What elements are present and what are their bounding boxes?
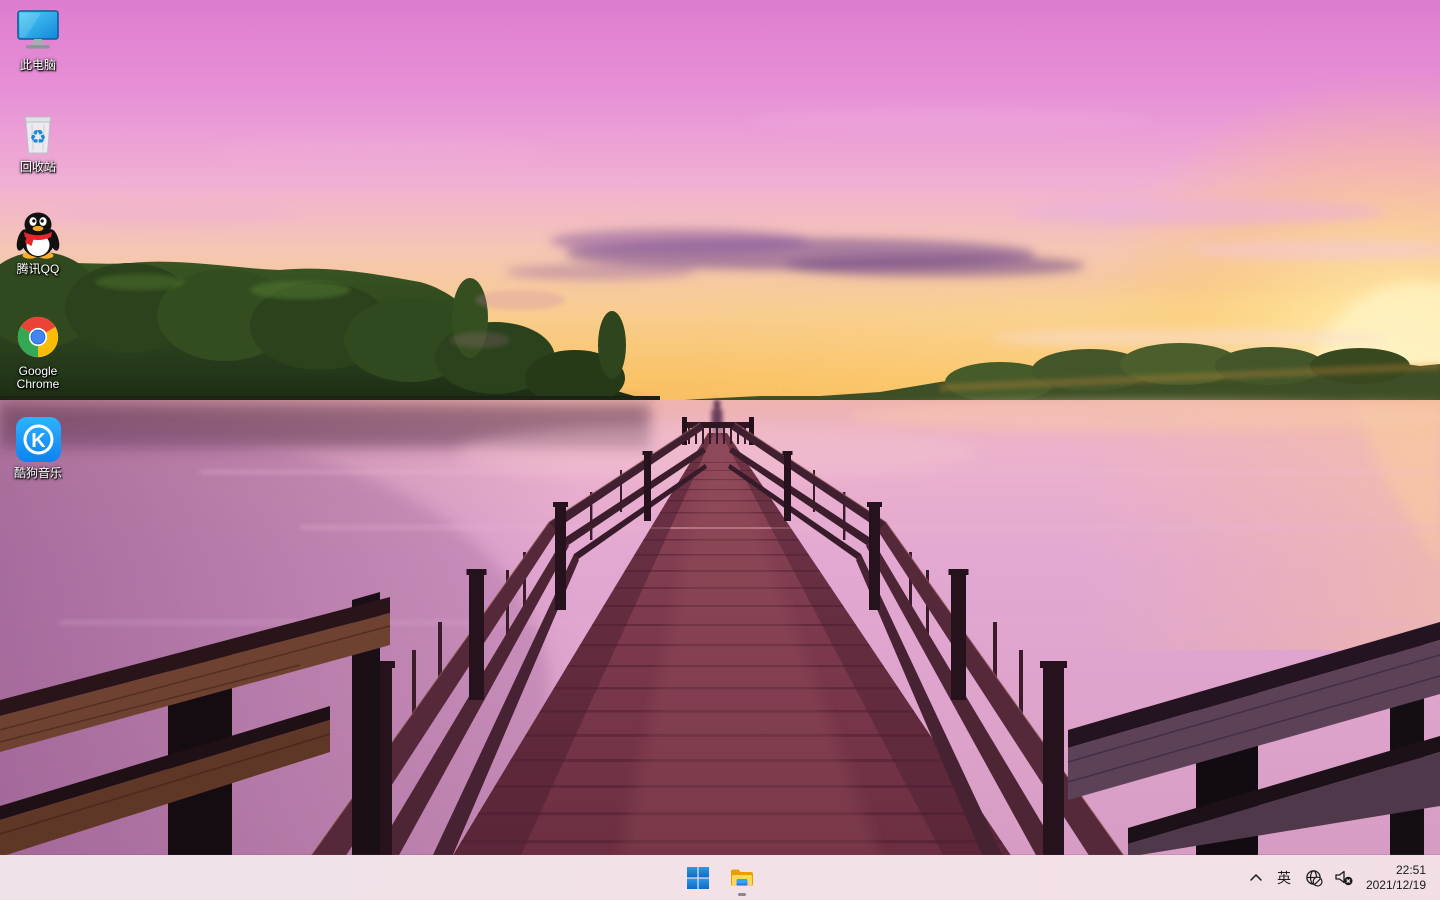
desktop-icon-label: 此电脑: [20, 59, 56, 72]
taskbar-center-icons: [678, 855, 762, 900]
desktop-icon-label: 酷狗音乐: [14, 467, 62, 480]
globe-no-internet-icon: [1305, 869, 1323, 887]
desktop-icon-qq[interactable]: 腾讯QQ: [1, 208, 75, 278]
desktop-icon-kugou[interactable]: K 酷狗音乐: [1, 412, 75, 482]
running-indicator: [738, 893, 746, 896]
ime-language-button[interactable]: 英: [1270, 859, 1298, 897]
this-pc-icon: [13, 9, 63, 53]
svg-text:♻: ♻: [29, 127, 46, 149]
desktop[interactable]: 此电脑 ♻ 回收站: [0, 0, 1440, 900]
chevron-up-icon: [1249, 872, 1263, 883]
desktop-icon-recycle-bin[interactable]: ♻ 回收站: [1, 106, 75, 176]
clock-time: 22:51: [1366, 863, 1426, 878]
desktop-icon-this-pc[interactable]: 此电脑: [1, 4, 75, 74]
svg-text:K: K: [31, 430, 46, 452]
recycle-bin-icon: ♻: [15, 110, 61, 156]
desktop-icon-label: 腾讯QQ: [17, 263, 60, 276]
wallpaper-image: [0, 0, 1440, 855]
volume-muted-icon: [1334, 869, 1353, 886]
clock-button[interactable]: 22:51 2021/12/19: [1360, 859, 1427, 897]
clock-date: 2021/12/19: [1366, 878, 1426, 893]
desktop-icon-label: Google Chrome: [3, 365, 73, 391]
ime-language-label: 英: [1277, 871, 1291, 885]
desktop-icon-chrome[interactable]: Google Chrome: [1, 310, 75, 393]
quick-settings-button[interactable]: [1298, 859, 1360, 897]
tray-overflow-button[interactable]: [1242, 859, 1270, 897]
system-tray: 英 22:51: [1242, 855, 1440, 900]
kugou-music-icon: K: [16, 417, 61, 462]
start-button[interactable]: [678, 858, 718, 898]
desktop-icon-label: 回收站: [20, 161, 56, 174]
qq-icon: [15, 211, 61, 259]
chrome-icon: [15, 314, 61, 360]
file-explorer-icon: [730, 867, 754, 889]
windows-logo-icon: [687, 867, 709, 889]
taskbar: 英 22:51: [0, 855, 1440, 900]
file-explorer-button[interactable]: [722, 858, 762, 898]
